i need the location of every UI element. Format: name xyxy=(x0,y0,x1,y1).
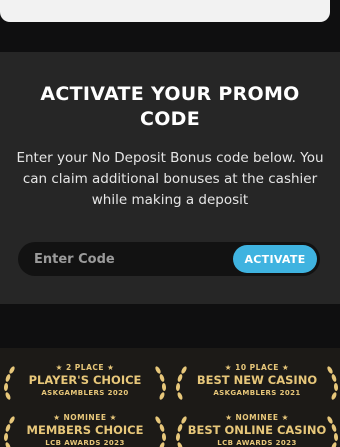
laurel-left-icon xyxy=(3,366,15,400)
promo-description: Enter your No Deposit Bonus code below. … xyxy=(16,150,324,208)
award-organization: ASKGAMBLERS 2021 xyxy=(213,389,301,397)
award-name: MEMBERS CHOICE xyxy=(26,423,144,437)
award-badge: ★ 10 PLACE ★ BEST NEW CASINO ASKGAMBLERS… xyxy=(172,362,340,408)
laurel-left-icon xyxy=(3,416,15,447)
award-organization: ASKGAMBLERS 2020 xyxy=(41,389,129,397)
award-name: PLAYER'S CHOICE xyxy=(28,373,142,387)
award-rank: ★ 10 PLACE ★ xyxy=(224,363,290,372)
award-rank: ★ NOMINEE ★ xyxy=(53,413,117,422)
awards-strip: ★ 2 PLACE ★ PLAYER'S CHOICE ASKGAMBLERS … xyxy=(0,348,340,447)
laurel-right-icon xyxy=(155,366,167,400)
laurel-right-icon xyxy=(155,416,167,447)
award-name: BEST NEW CASINO xyxy=(196,373,318,387)
award-organization: LCB AWARDS 2023 xyxy=(45,439,125,447)
award-badge: ★ NOMINEE ★ MEMBERS CHOICE LCB AWARDS 20… xyxy=(0,412,170,447)
promo-code-panel: ACTIVATE YOUR PROMO CODE Enter your No D… xyxy=(0,52,340,304)
laurel-right-icon xyxy=(327,416,339,447)
promo-code-form: ACTIVATE xyxy=(18,242,320,276)
previous-card xyxy=(0,0,330,22)
award-rank: ★ 2 PLACE ★ xyxy=(55,363,115,372)
award-badge: ★ 2 PLACE ★ PLAYER'S CHOICE ASKGAMBLERS … xyxy=(0,362,170,408)
award-organization: LCB AWARDS 2023 xyxy=(217,439,297,447)
laurel-left-icon xyxy=(175,366,187,400)
laurel-left-icon xyxy=(175,416,187,447)
laurel-right-icon xyxy=(327,366,339,400)
award-rank: ★ NOMINEE ★ xyxy=(225,413,289,422)
award-name: BEST ONLINE CASINO xyxy=(187,423,327,437)
award-badge: ★ NOMINEE ★ BEST ONLINE CASINO LCB AWARD… xyxy=(172,412,340,447)
promo-code-input[interactable] xyxy=(18,242,233,276)
promo-title: ACTIVATE YOUR PROMO CODE xyxy=(40,83,300,130)
activate-button[interactable]: ACTIVATE xyxy=(233,245,317,273)
